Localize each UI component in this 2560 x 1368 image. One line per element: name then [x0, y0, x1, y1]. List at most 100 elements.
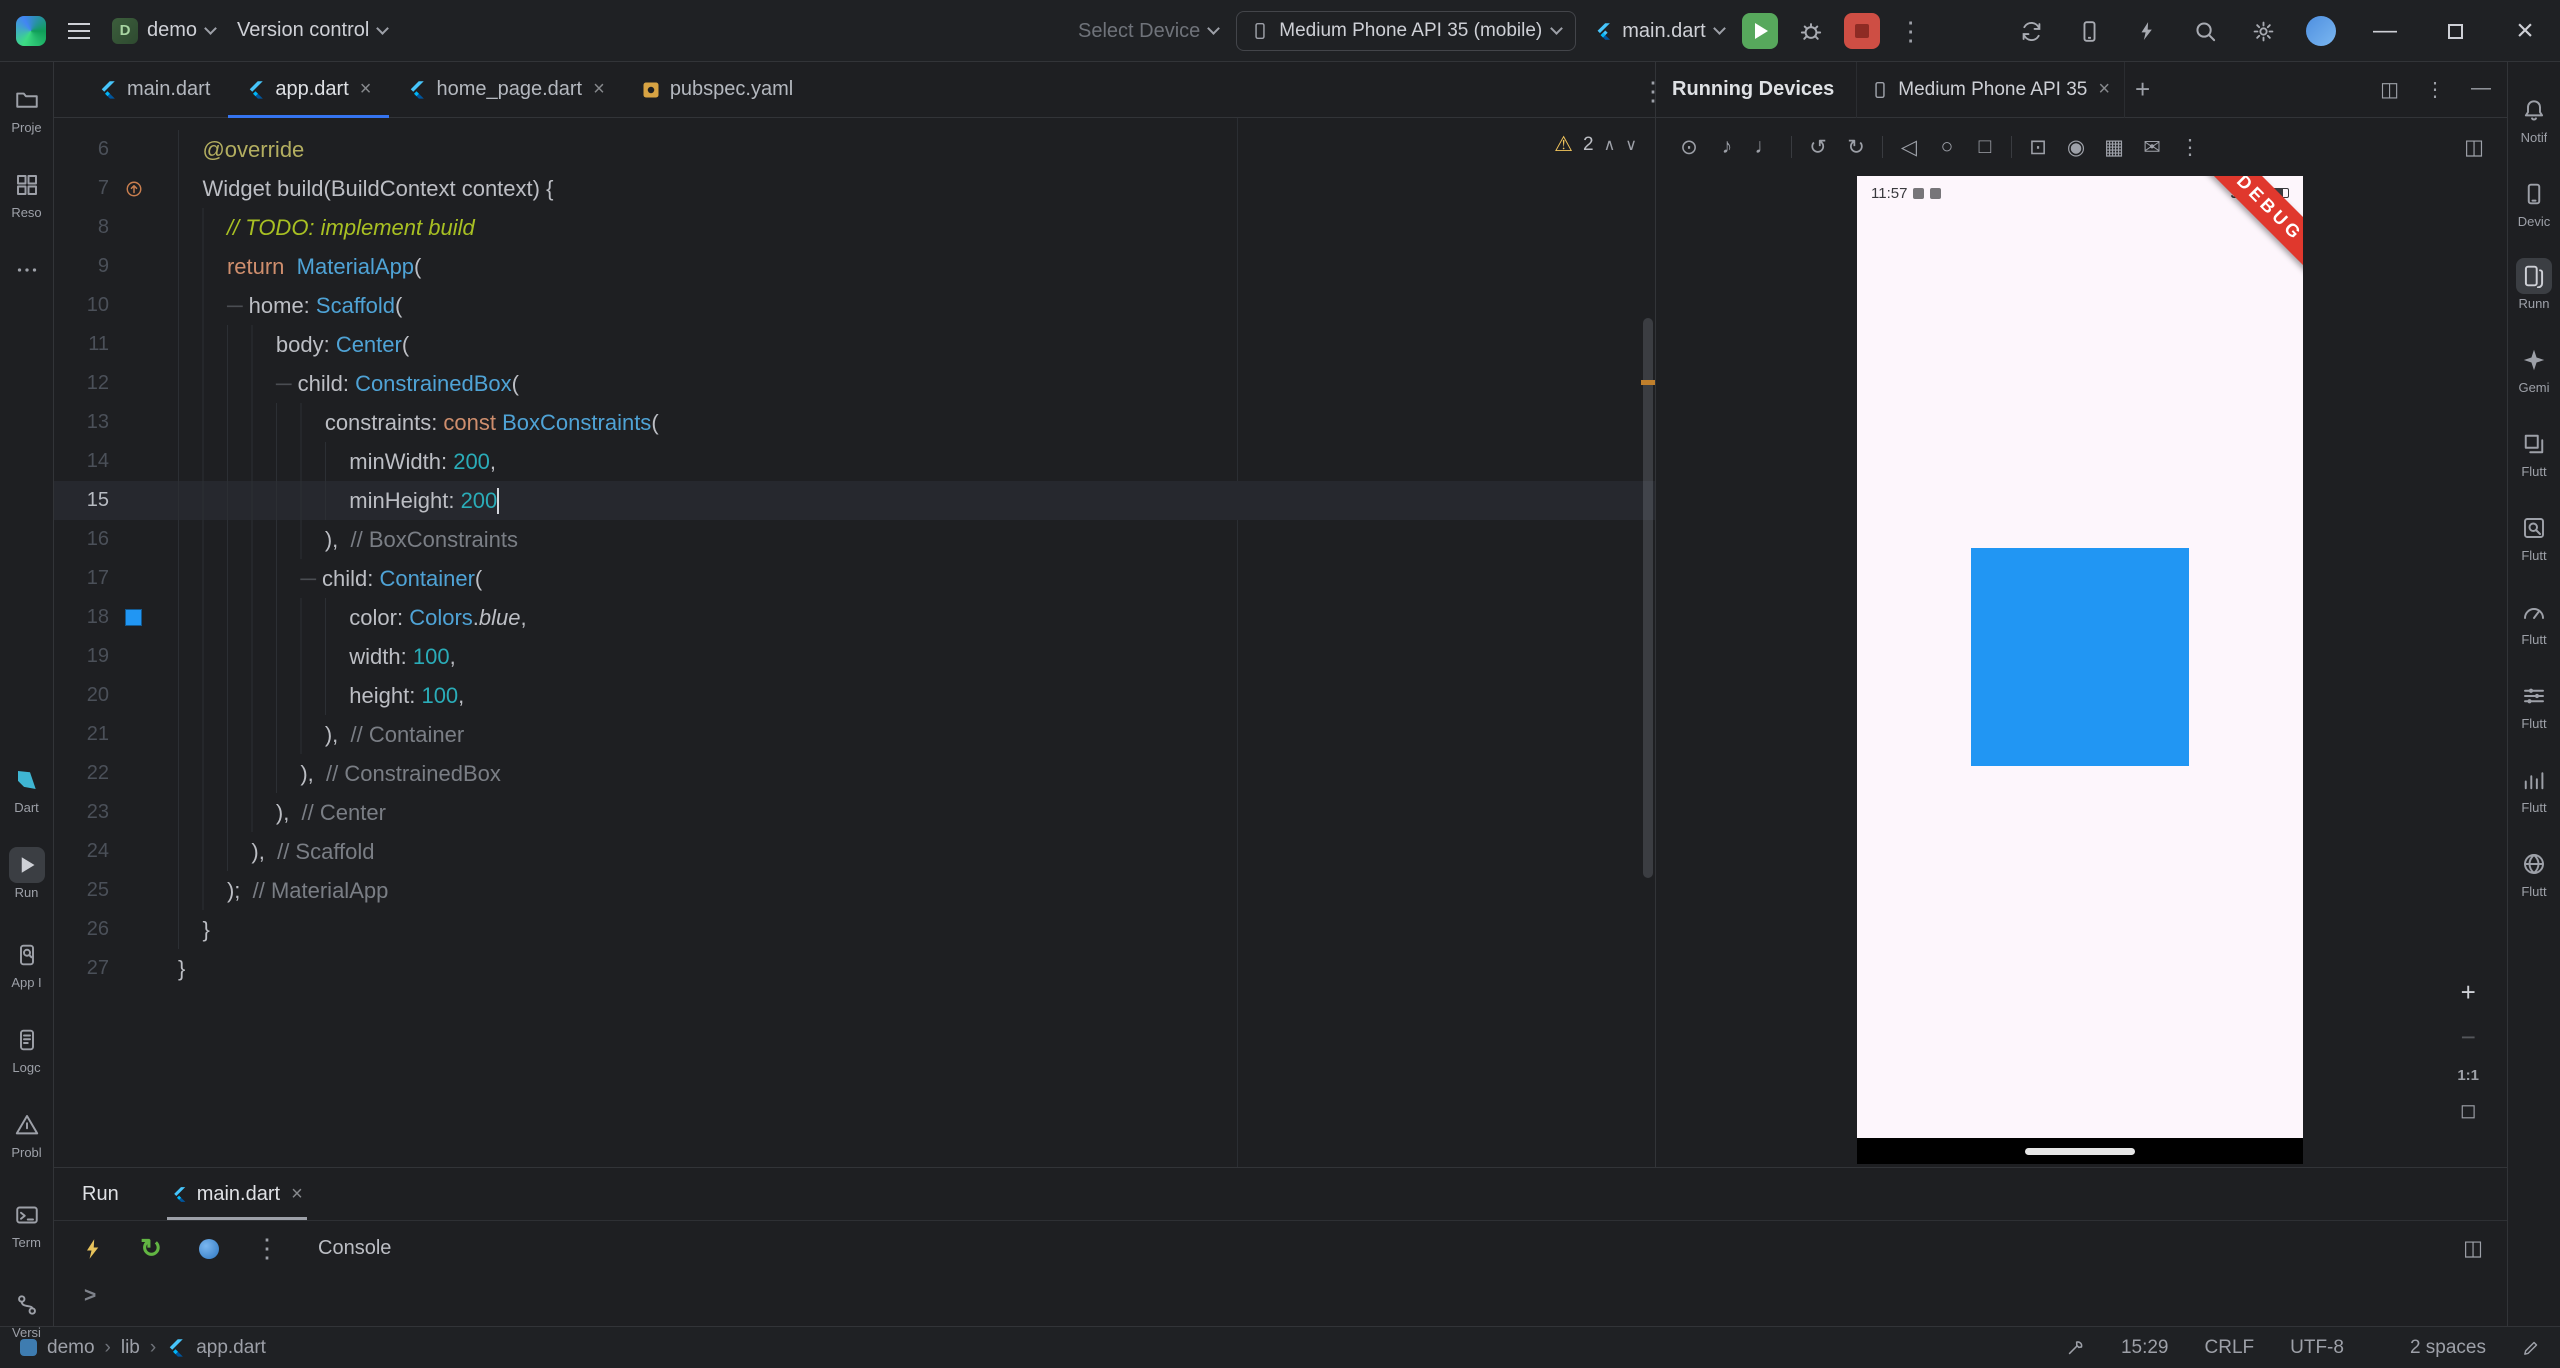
code-text[interactable]: ─ child: ConstrainedBox( [178, 364, 1655, 403]
gutter[interactable] [109, 442, 178, 481]
next-issue-button[interactable]: ∨ [1625, 135, 1637, 155]
line-number[interactable]: 11 [54, 325, 109, 364]
override-gutter-icon[interactable] [125, 180, 143, 198]
gutter[interactable] [109, 208, 178, 247]
tool-window-button-flutt[interactable]: Flutt [2508, 846, 2560, 899]
code-text[interactable]: ─ child: Container( [178, 559, 1655, 598]
breadcrumb-item[interactable]: demo [47, 1337, 95, 1359]
editor-tab-main.dart[interactable]: main.dart [80, 62, 228, 117]
encoding-indicator[interactable]: UTF-8 [2290, 1337, 2344, 1359]
settings-button[interactable] [2234, 0, 2292, 62]
code-text[interactable]: @override [178, 130, 1655, 169]
line-number[interactable]: 21 [54, 715, 109, 754]
gutter[interactable] [109, 598, 178, 637]
gutter[interactable] [109, 559, 178, 598]
code-text[interactable]: ); // MaterialApp [178, 871, 1655, 910]
run-tab[interactable]: main.dart × [166, 1168, 307, 1220]
tool-window-button-logc[interactable]: Logc [0, 1022, 53, 1075]
search-everywhere-button[interactable] [2176, 0, 2234, 62]
zoom-fit-button[interactable]: ◻ [2460, 1098, 2477, 1123]
code-line[interactable]: 17 ─ child: Container( [54, 559, 1655, 598]
sync-project-button[interactable] [2002, 0, 2060, 62]
device-screen-record-button[interactable]: ◉ [2057, 128, 2095, 166]
close-icon[interactable]: × [593, 78, 605, 101]
device-rotate-right-button[interactable]: ↻ [1837, 128, 1875, 166]
line-number[interactable]: 7 [54, 169, 109, 208]
gutter[interactable] [109, 910, 178, 949]
editor-scrollbar[interactable] [1643, 318, 1653, 878]
tool-window-button-flutt[interactable]: Flutt [2508, 510, 2560, 563]
line-number[interactable]: 27 [54, 949, 109, 988]
line-number[interactable]: 6 [54, 130, 109, 169]
device-power-button[interactable]: ⊙ [1670, 128, 1708, 166]
code-line[interactable]: 25); // MaterialApp [54, 871, 1655, 910]
more-actions-button[interactable]: ⋮ [1898, 16, 1924, 47]
line-number[interactable]: 22 [54, 754, 109, 793]
line-number[interactable]: 14 [54, 442, 109, 481]
cursor-position[interactable]: 15:29 [2121, 1337, 2169, 1359]
gutter[interactable] [109, 754, 178, 793]
code-line[interactable]: 11 body: Center( [54, 325, 1655, 364]
line-number[interactable]: 13 [54, 403, 109, 442]
code-text[interactable]: ), // Center [178, 793, 1655, 832]
code-text[interactable]: minHeight: 200 [178, 481, 1655, 520]
gutter[interactable] [109, 286, 178, 325]
code-line[interactable]: 14 minWidth: 200, [54, 442, 1655, 481]
gutter[interactable] [109, 949, 178, 988]
layout-icon[interactable]: ◫ [2380, 77, 2399, 102]
gutter[interactable] [109, 247, 178, 286]
code-text[interactable]: ), // Scaffold [178, 832, 1655, 871]
tool-window-button-probl[interactable]: Probl [0, 1107, 53, 1160]
line-number[interactable]: 23 [54, 793, 109, 832]
zoom-reset-button[interactable]: 1:1 [2457, 1067, 2479, 1084]
code-line[interactable]: 26} [54, 910, 1655, 949]
code-text[interactable]: color: Colors. blue, [178, 598, 1655, 637]
device-back-button[interactable]: ◁ [1890, 128, 1928, 166]
code-text[interactable]: width: 100, [178, 637, 1655, 676]
tool-window-button-devic[interactable]: Devic [2508, 176, 2560, 229]
line-number[interactable]: 17 [54, 559, 109, 598]
color-swatch-gutter-icon[interactable] [125, 609, 142, 626]
more-options-button[interactable]: ⋮ [252, 1233, 282, 1264]
user-avatar[interactable] [2292, 0, 2350, 62]
tool-window-button-flutt[interactable]: Flutt [2508, 594, 2560, 647]
gutter[interactable] [109, 637, 178, 676]
zoom-in-button[interactable]: + [2461, 977, 2476, 1008]
zoom-out-button[interactable]: − [2461, 1022, 2476, 1053]
code-line[interactable]: 24), // Scaffold [54, 832, 1655, 871]
editor-tab-app.dart[interactable]: app.dart × [228, 62, 390, 118]
device-home-button[interactable]: ○ [1928, 128, 1966, 166]
line-number[interactable]: 26 [54, 910, 109, 949]
breadcrumb-item[interactable]: lib [121, 1337, 140, 1359]
code-line[interactable]: 15 minHeight: 200 [54, 481, 1655, 520]
code-line[interactable]: 18 color: Colors. blue, [54, 598, 1655, 637]
device-rotate-left-button[interactable]: ↺ [1799, 128, 1837, 166]
project-selector[interactable]: D demo [112, 17, 217, 44]
tool-window-button-reso[interactable]: Reso [0, 167, 53, 220]
debug-button[interactable] [1796, 0, 1826, 62]
prev-issue-button[interactable]: ∧ [1604, 135, 1616, 155]
code-editor[interactable]: 6 @override 7 Widget build(BuildContext con… [54, 118, 1655, 1167]
indent-indicator[interactable]: 2 spaces [2410, 1337, 2486, 1359]
code-text[interactable]: ), // ConstrainedBox [178, 754, 1655, 793]
devtools-button[interactable] [194, 1234, 224, 1264]
line-number[interactable]: 19 [54, 637, 109, 676]
code-line[interactable]: 23 ), // Center [54, 793, 1655, 832]
code-text[interactable]: minWidth: 200, [178, 442, 1655, 481]
tool-window-button-more-h[interactable] [0, 252, 53, 288]
dual-display-icon[interactable]: ◫ [2455, 128, 2493, 166]
console-toggle[interactable]: Console [318, 1237, 391, 1260]
tool-icon[interactable] [2066, 1338, 2085, 1357]
run-configuration-dropdown[interactable]: main.dart [1594, 20, 1726, 43]
tool-window-button-notif[interactable]: Notif [2508, 92, 2560, 145]
run-console[interactable]: > [54, 1276, 2507, 1326]
tool-window-button-flutt[interactable]: Flutt [2508, 678, 2560, 731]
tool-window-button-runn[interactable]: Runn [2508, 258, 2560, 311]
code-text[interactable]: height: 100, [178, 676, 1655, 715]
code-line[interactable]: 10 ─ home: Scaffold( [54, 286, 1655, 325]
device-volume-down-button[interactable]: ♩ [1746, 128, 1784, 166]
inspections-widget[interactable]: ⚠ 2 ∧ ∨ [1554, 132, 1637, 157]
code-line[interactable]: 22 ), // ConstrainedBox [54, 754, 1655, 793]
hide-panel-icon[interactable]: — [2471, 77, 2491, 102]
run-button[interactable] [1741, 13, 1778, 49]
